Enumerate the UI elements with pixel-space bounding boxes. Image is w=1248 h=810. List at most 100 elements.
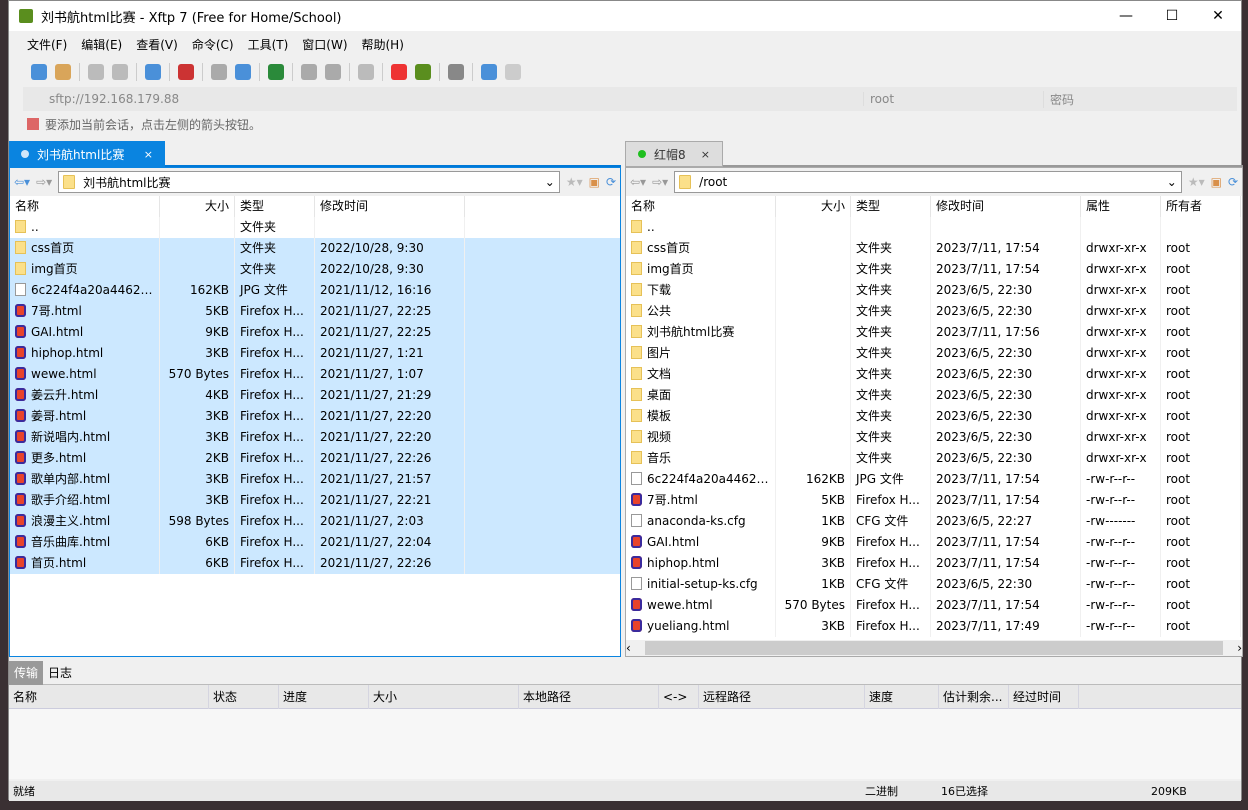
disconnect-icon[interactable] [88,63,104,80]
upload-icon[interactable] [211,63,227,80]
column-header[interactable]: 所有者 [1161,196,1241,217]
file-row[interactable]: wewe.html 570 Bytes Firefox H... 2021/11/27… [10,364,620,385]
help-icon[interactable] [481,63,497,80]
column-header[interactable]: 名称 [626,196,776,217]
column-header[interactable]: 大小 [160,196,235,217]
column-header[interactable]: 修改时间 [315,196,465,217]
file-row[interactable]: 音乐曲库.html 6KB Firefox H... 2021/11/27, 22:0… [10,532,620,553]
minimize-button[interactable]: — [1103,8,1149,24]
transfer-column-header[interactable]: <-> [659,684,699,709]
menu-item[interactable]: 命令(C) [192,36,234,53]
chevron-down-icon[interactable]: ⌄ [545,175,559,189]
tab-local[interactable]: 刘书航html比赛 × [9,141,165,167]
file-row[interactable]: anaconda-ks.cfg 1KB CFG 文件 2023/6/5, 22:27 -… [626,511,1242,532]
maximize-button[interactable]: ☐ [1149,8,1195,24]
file-row[interactable]: 浪漫主义.html 598 Bytes Firefox H... 2021/11/27… [10,511,620,532]
bookmark-arrow-icon[interactable] [27,118,39,130]
scroll-left-icon[interactable]: ‹ [626,641,631,655]
transfer-column-header[interactable]: 远程路径 [699,684,865,709]
transfer-column-header[interactable]: 名称 [9,684,209,709]
download-icon[interactable] [235,63,251,80]
local-path-input[interactable]: 刘书航html比赛 ⌄ [58,171,560,193]
file-row[interactable]: 公共 文件夹 2023/6/5, 22:30 drwxr-xr-x root [626,301,1242,322]
refresh-icon[interactable]: ⟳ [1228,175,1238,189]
file-row[interactable]: yueliang.html 3KB Firefox H... 2023/7/11, 1… [626,616,1242,637]
copy-icon[interactable] [301,63,317,80]
file-row[interactable]: 视频 文件夹 2023/6/5, 22:30 drwxr-xr-x root [626,427,1242,448]
column-header[interactable]: 修改时间 [931,196,1081,217]
transfer-column-header[interactable]: 状态 [209,684,279,709]
file-row[interactable]: 音乐 文件夹 2023/6/5, 22:30 drwxr-xr-x root [626,448,1242,469]
file-row[interactable]: .. 文件夹 [10,217,620,238]
file-row[interactable]: 7哥.html 5KB Firefox H... 2021/11/27, 22:25 [10,301,620,322]
close-button[interactable]: ✕ [1195,8,1241,24]
column-header[interactable]: 大小 [776,196,851,217]
file-row[interactable]: initial-setup-ks.cfg 1KB CFG 文件 2023/6/5, 2… [626,574,1242,595]
file-row[interactable]: 新说唱内.html 3KB Firefox H... 2021/11/27, 22:2… [10,427,620,448]
settings-icon[interactable] [448,63,464,80]
terminal-icon[interactable] [178,63,194,80]
file-row[interactable]: css首页 文件夹 2022/10/28, 9:30 [10,238,620,259]
chat-icon[interactable] [505,63,521,80]
close-tab-icon[interactable]: × [701,148,710,161]
file-row[interactable]: 下载 文件夹 2023/6/5, 22:30 drwxr-xr-x root [626,280,1242,301]
username-input[interactable]: root [863,92,1043,106]
remote-path-input[interactable]: /root ⌄ [674,171,1182,193]
horizontal-scrollbar[interactable]: ‹ › [626,640,1242,656]
star-icon[interactable]: ★▾ [1188,175,1205,189]
menu-item[interactable]: 查看(V) [136,36,178,53]
back-icon[interactable]: ⇦▾ [630,175,646,189]
file-row[interactable]: GAI.html 9KB Firefox H... 2023/7/11, 17:54 -… [626,532,1242,553]
column-header[interactable]: 类型 [235,196,315,217]
file-row[interactable]: 更多.html 2KB Firefox H... 2021/11/27, 22:26 [10,448,620,469]
file-row[interactable]: hiphop.html 3KB Firefox H... 2021/11/27, 1:… [10,343,620,364]
status-icon[interactable] [358,63,374,80]
url-input[interactable]: sftp://192.168.179.88 [23,92,863,106]
file-row[interactable]: 姜哥.html 3KB Firefox H... 2021/11/27, 22:20 [10,406,620,427]
forward-icon[interactable]: ⇨▾ [36,175,52,189]
transfer-column-header[interactable]: 速度 [865,684,939,709]
file-row[interactable]: 歌手介绍.html 3KB Firefox H... 2021/11/27, 22:2… [10,490,620,511]
file-row[interactable]: 首页.html 6KB Firefox H... 2021/11/27, 22:26 [10,553,620,574]
file-row[interactable]: 图片 文件夹 2023/6/5, 22:30 drwxr-xr-x root [626,343,1242,364]
file-row[interactable]: 歌单内部.html 3KB Firefox H... 2021/11/27, 21:5… [10,469,620,490]
file-row[interactable]: 文档 文件夹 2023/6/5, 22:30 drwxr-xr-x root [626,364,1242,385]
file-row[interactable]: 6c224f4a20a446230... 162KB JPG 文件 2021/11/1… [10,280,620,301]
xshell-icon[interactable] [391,63,407,80]
menu-item[interactable]: 帮助(H) [362,36,404,53]
file-row[interactable]: 姜云升.html 4KB Firefox H... 2021/11/27, 21:29 [10,385,620,406]
refresh-icon[interactable]: ⟳ [606,175,616,189]
file-row[interactable]: 桌面 文件夹 2023/6/5, 22:30 drwxr-xr-x root [626,385,1242,406]
menu-item[interactable]: 窗口(W) [302,36,347,53]
menu-item[interactable]: 工具(T) [248,36,289,53]
menu-item[interactable]: 文件(F) [27,36,67,53]
file-row[interactable]: 6c224f4a20a446230... 162KB JPG 文件 2023/7/11… [626,469,1242,490]
menu-item[interactable]: 编辑(E) [81,36,122,53]
file-row[interactable]: css首页 文件夹 2023/7/11, 17:54 drwxr-xr-x root [626,238,1242,259]
paste-icon[interactable] [325,63,341,80]
new-tab-icon[interactable] [145,63,161,80]
file-row[interactable]: img首页 文件夹 2022/10/28, 9:30 [10,259,620,280]
column-header[interactable]: 名称 [10,196,160,217]
scroll-thumb[interactable] [644,641,1224,655]
file-row[interactable]: img首页 文件夹 2023/7/11, 17:54 drwxr-xr-x root [626,259,1242,280]
password-input[interactable]: 密码 [1043,90,1223,108]
back-icon[interactable]: ⇦▾ [14,175,30,189]
new-session-icon[interactable] [31,63,47,80]
tab-remote[interactable]: 红帽8 × [625,141,723,167]
file-row[interactable]: wewe.html 570 Bytes Firefox H... 2023/7/11,… [626,595,1242,616]
close-tab-icon[interactable]: × [144,148,153,161]
file-row[interactable]: hiphop.html 3KB Firefox H... 2023/7/11, 17:… [626,553,1242,574]
forward-icon[interactable]: ⇨▾ [652,175,668,189]
xftp-icon[interactable] [415,63,431,80]
tab-log[interactable]: 日志 [43,661,77,685]
reconnect-icon[interactable] [112,63,128,80]
column-header[interactable]: 类型 [851,196,931,217]
scroll-right-icon[interactable]: › [1237,641,1242,655]
transfer-column-header[interactable]: 经过时间 [1009,684,1079,709]
tab-transfer[interactable]: 传输 [9,660,44,685]
transfer-column-header[interactable]: 大小 [369,684,519,709]
chevron-down-icon[interactable]: ⌄ [1167,175,1181,189]
file-row[interactable]: 刘书航html比赛 文件夹 2023/7/11, 17:56 drwxr-xr-x ro… [626,322,1242,343]
file-row[interactable]: 7哥.html 5KB Firefox H... 2023/7/11, 17:54 -r… [626,490,1242,511]
